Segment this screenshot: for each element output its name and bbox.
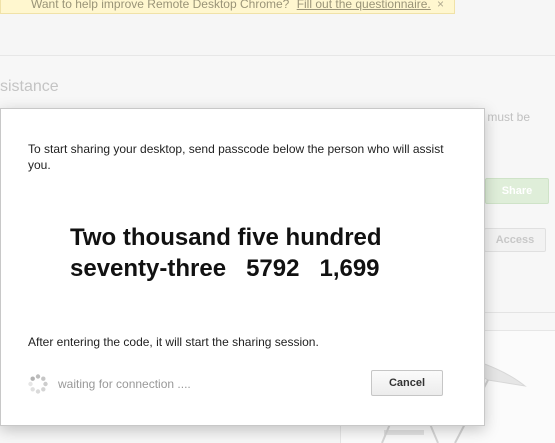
session-info-text: After entering the code, it will start t… (28, 335, 319, 349)
feedback-banner: Want to help improve Remote Desktop Chro… (0, 0, 455, 14)
divider (480, 312, 555, 313)
banner-text: Want to help improve Remote Desktop Chro… (31, 0, 290, 11)
passcode-text: Two thousand five hundred seventy-three … (70, 224, 382, 282)
section-title: sistance (0, 78, 59, 95)
questionnaire-link[interactable]: Fill out the questionnaire. (297, 0, 431, 11)
share-dialog: To start sharing your desktop, send pass… (0, 108, 485, 426)
spinner-icon (28, 374, 48, 394)
remote-desktop-page: Want to help improve Remote Desktop Chro… (0, 0, 555, 443)
background-text: s must be (478, 110, 531, 124)
instructions-text: To start sharing your desktop, send pass… (28, 142, 444, 172)
connection-status: waiting for connection .... (28, 373, 191, 395)
share-button[interactable]: Share (485, 178, 549, 204)
waiting-text: waiting for connection .... (58, 377, 191, 391)
access-button[interactable]: Access (484, 228, 546, 252)
close-icon[interactable]: × (437, 0, 444, 13)
cancel-button[interactable]: Cancel (371, 370, 443, 396)
